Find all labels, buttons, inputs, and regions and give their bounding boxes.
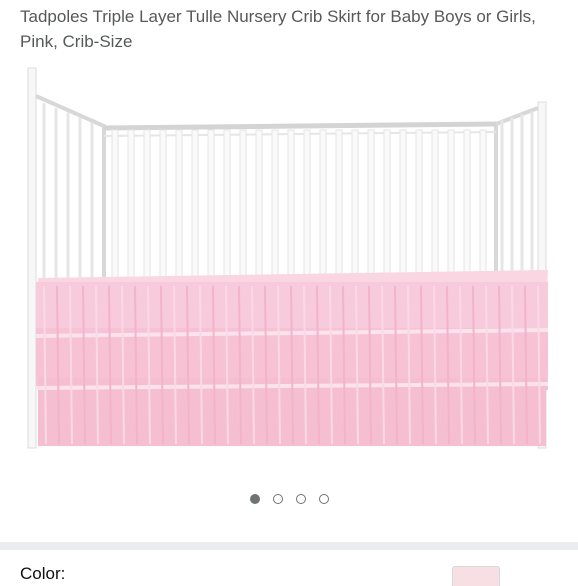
crib-slat bbox=[447, 129, 455, 281]
crib-slat bbox=[191, 129, 199, 281]
crib-slat bbox=[271, 129, 279, 281]
crib-slat bbox=[143, 129, 151, 281]
crib-slat bbox=[239, 129, 247, 281]
crib-slat bbox=[383, 129, 391, 281]
crib-slat bbox=[431, 129, 439, 281]
carousel-dot-4[interactable] bbox=[318, 494, 329, 504]
crib-skirt-photo bbox=[0, 60, 578, 470]
crib-slat bbox=[223, 129, 231, 281]
crib-slat bbox=[319, 129, 327, 281]
crib-slat bbox=[479, 129, 487, 281]
crib-slat bbox=[255, 129, 263, 281]
crib-slat bbox=[335, 129, 343, 281]
carousel-dots bbox=[0, 494, 578, 512]
crib-slat bbox=[287, 129, 295, 281]
product-image[interactable] bbox=[0, 60, 578, 470]
crib-slat bbox=[463, 129, 471, 281]
crib-slat bbox=[207, 129, 215, 281]
product-title: Tadpoles Triple Layer Tulle Nursery Crib… bbox=[20, 7, 536, 51]
crib-slat bbox=[159, 129, 167, 281]
carousel-dot-3[interactable] bbox=[295, 494, 306, 504]
section-divider bbox=[0, 542, 578, 550]
crib-slat bbox=[303, 129, 311, 281]
crib-slat bbox=[127, 129, 135, 281]
crib-slat bbox=[111, 129, 119, 281]
crib-slat bbox=[351, 129, 359, 281]
crib-slat bbox=[175, 129, 183, 281]
color-label: Color: bbox=[20, 564, 66, 583]
carousel-dot-1[interactable] bbox=[249, 494, 260, 504]
crib-slat bbox=[399, 129, 407, 281]
color-swatch-pink[interactable] bbox=[452, 566, 500, 586]
tulle-skirt bbox=[35, 270, 549, 446]
carousel-dot-2[interactable] bbox=[272, 494, 283, 504]
crib-slat bbox=[415, 129, 423, 281]
crib-slat bbox=[367, 129, 375, 281]
